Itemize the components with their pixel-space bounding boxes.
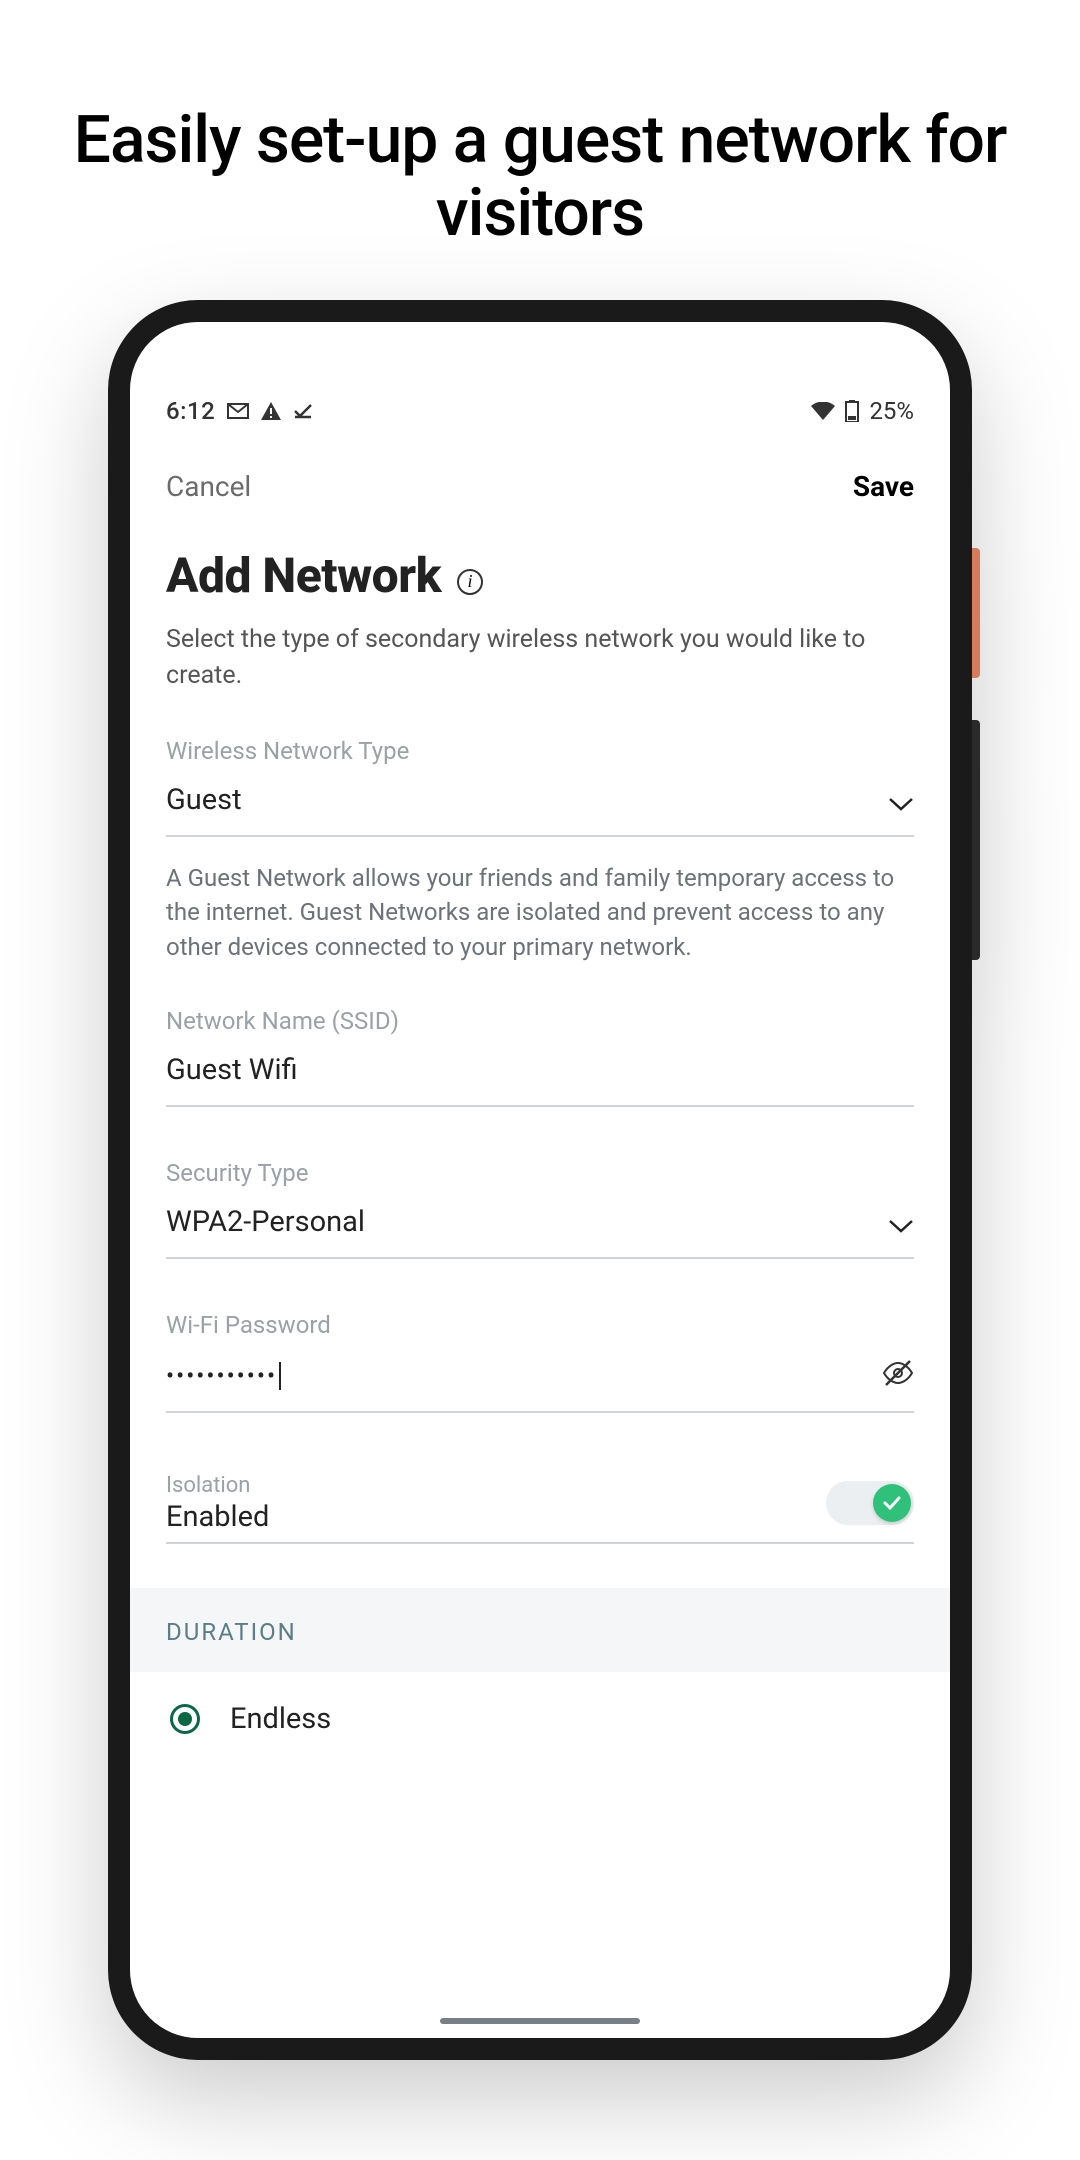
security-type-value: WPA2-Personal bbox=[166, 1205, 365, 1239]
cancel-button[interactable]: Cancel bbox=[166, 470, 251, 503]
volume-button bbox=[972, 720, 980, 960]
isolation-toggle[interactable] bbox=[826, 1481, 914, 1525]
network-type-value: Guest bbox=[166, 783, 242, 817]
eye-off-icon[interactable] bbox=[882, 1359, 914, 1395]
isolation-label: Isolation bbox=[166, 1473, 269, 1498]
check-icon bbox=[293, 403, 313, 419]
page-subtitle: Select the type of secondary wireless ne… bbox=[166, 622, 914, 695]
duration-option-endless[interactable]: Endless bbox=[166, 1672, 914, 1736]
password-label: Wi-Fi Password bbox=[166, 1311, 914, 1339]
page-title: Add Network bbox=[166, 547, 441, 604]
toggle-knob bbox=[873, 1484, 911, 1522]
warning-icon bbox=[261, 402, 281, 420]
duration-section-header-wrap: DURATION bbox=[130, 1588, 950, 1672]
isolation-value: Enabled bbox=[166, 1500, 269, 1534]
network-type-select[interactable]: Guest bbox=[166, 779, 914, 837]
status-bar: 6:12 bbox=[130, 386, 950, 436]
ssid-value: Guest Wifi bbox=[166, 1053, 298, 1087]
password-input[interactable]: ••••••••••• bbox=[166, 1353, 914, 1413]
info-icon[interactable]: i bbox=[457, 569, 483, 595]
modal-topbar: Cancel Save bbox=[166, 464, 914, 525]
text-cursor bbox=[279, 1362, 281, 1390]
power-button bbox=[972, 548, 980, 678]
duration-option-label: Endless bbox=[230, 1702, 331, 1736]
device-frame: 6:12 bbox=[108, 300, 972, 2060]
battery-icon bbox=[845, 400, 859, 422]
network-type-helper: A Guest Network allows your friends and … bbox=[166, 861, 914, 965]
wifi-icon bbox=[811, 402, 835, 420]
network-type-label: Wireless Network Type bbox=[166, 737, 914, 765]
ssid-label: Network Name (SSID) bbox=[166, 1007, 914, 1035]
status-time: 6:12 bbox=[166, 397, 215, 425]
password-masked-value: ••••••••••• bbox=[166, 1362, 277, 1390]
security-type-label: Security Type bbox=[166, 1159, 914, 1187]
chevron-down-icon bbox=[888, 785, 914, 819]
battery-percent: 25% bbox=[869, 397, 914, 425]
marketing-headline: Easily set-up a guest network for visito… bbox=[0, 105, 1080, 250]
security-type-select[interactable]: WPA2-Personal bbox=[166, 1201, 914, 1259]
ssid-input[interactable]: Guest Wifi bbox=[166, 1049, 914, 1107]
home-indicator bbox=[440, 2018, 640, 2024]
save-button[interactable]: Save bbox=[853, 470, 914, 503]
radio-selected-icon bbox=[170, 1704, 200, 1734]
gmail-icon bbox=[227, 403, 249, 419]
duration-section-header: DURATION bbox=[166, 1618, 914, 1646]
chevron-down-icon bbox=[888, 1207, 914, 1241]
